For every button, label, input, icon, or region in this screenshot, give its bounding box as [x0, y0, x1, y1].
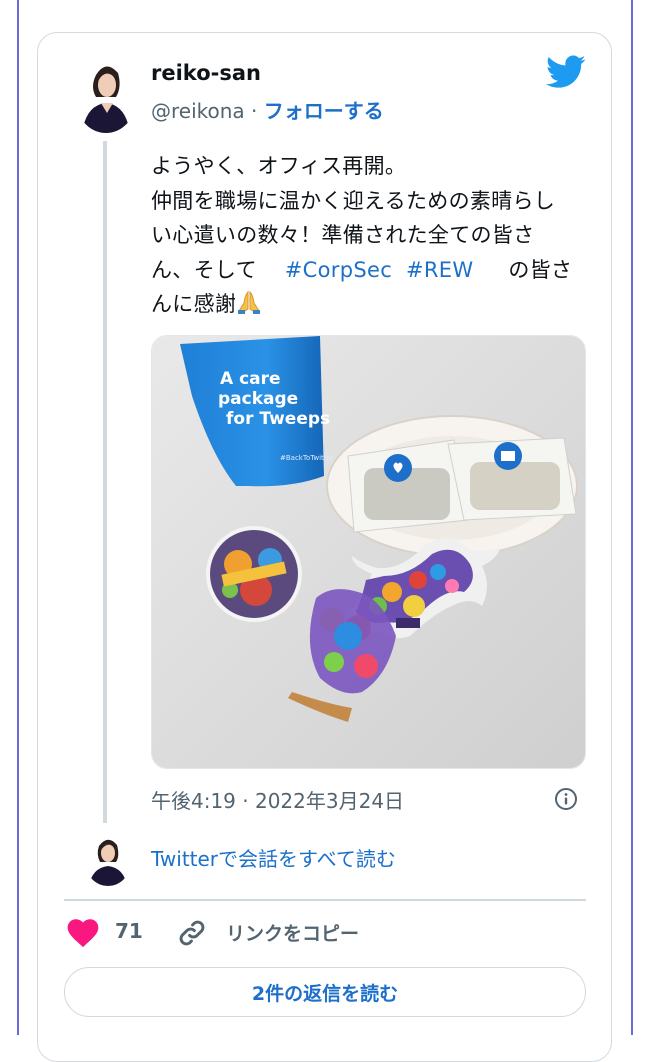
bag-text-line: for Tweeps [226, 409, 330, 429]
tweet-text-line: 仲間を職場に温かく迎えるための素晴らし [151, 188, 556, 213]
tweet-card: reiko-san @reikona · フォローする ようやく、オフィス再開。… [37, 32, 612, 1062]
follow-button[interactable]: フォローする [264, 99, 384, 123]
bag-tag: #BackToTwitter [280, 454, 334, 462]
tweet-text-fragment: んに感謝 [151, 292, 237, 316]
tweet-timestamp[interactable]: 午後4:19 · 2022年3月24日 [151, 785, 404, 814]
link-icon[interactable] [176, 917, 208, 949]
like-count[interactable]: 71 [115, 919, 143, 943]
tweet-photo[interactable]: A care package for Tweeps #BackToTwitter [151, 335, 586, 769]
heart-icon[interactable] [67, 918, 99, 948]
tweet-text-line: ようやく、オフィス再開。 [151, 154, 407, 178]
avatar[interactable] [78, 53, 134, 133]
read-conversation-link[interactable]: Twitterで会話をすべて読む [151, 843, 396, 872]
thread-line [103, 141, 107, 823]
tweet-text-line: い心遣いの数々！準備された全ての皆さ [151, 223, 535, 247]
twitter-bird-icon[interactable] [546, 55, 586, 89]
copy-link-button[interactable]: リンクをコピー [226, 919, 359, 946]
handle-row: @reikona · フォローする [151, 95, 384, 124]
divider [64, 899, 586, 901]
avatar-small[interactable] [86, 832, 130, 886]
page-right-rule [631, 0, 633, 1035]
info-icon[interactable] [554, 787, 578, 811]
hashtag-link[interactable]: #CorpSec [285, 258, 392, 282]
page-left-rule [17, 0, 19, 1035]
folded-hands-icon [238, 290, 261, 314]
tweet-text-line: んに感謝 [151, 287, 591, 322]
user-display-name[interactable]: reiko-san [151, 61, 261, 85]
tweet-text-fragment: ん、そして [151, 257, 257, 282]
read-replies-button[interactable]: 2件の返信を読む [64, 967, 586, 1017]
separator-dot: · [251, 99, 258, 123]
bag-text-line: A care [220, 369, 281, 389]
bag-text-line: package [218, 389, 298, 409]
tweet-text-fragment: の皆さ [508, 257, 573, 282]
tweet-text: ようやく、オフィス再開。 仲間を職場に温かく迎えるための素晴らし い心遣いの数々… [151, 149, 591, 322]
tweet-text-line: ん、そして #CorpSec #REW の皆さ [151, 253, 591, 288]
user-handle[interactable]: @reikona [151, 99, 245, 123]
hashtag-link[interactable]: #REW [406, 258, 473, 282]
